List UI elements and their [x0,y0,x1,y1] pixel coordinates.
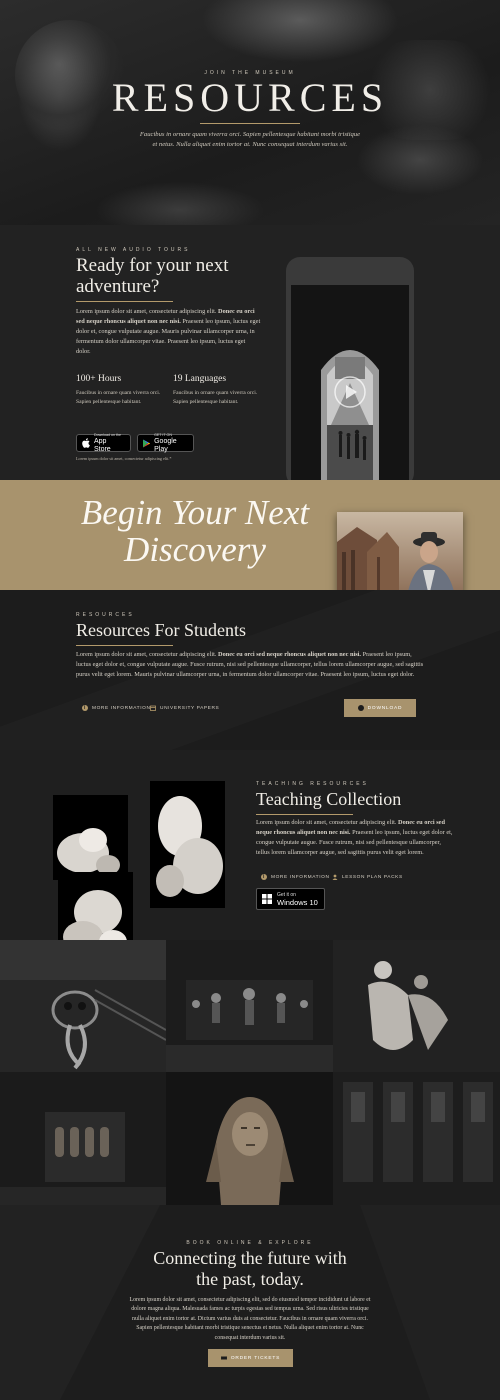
students-title: Resources For Students [76,620,246,640]
gallery-tile-busts [166,940,333,1072]
teaching-more-info-label: MORE INFORMATION [271,874,330,880]
sculpture-photo-1 [53,795,128,880]
stat-hours-title: 100+ Hours [76,374,122,384]
windows-store-big-text: Windows 10 [277,897,318,907]
university-papers-label: UNIVERSITY PAPERS [160,705,220,711]
cta-title-line-1: Connecting the future with [153,1248,347,1268]
students-kicker: RESOURCES [76,612,135,618]
calendar-icon [150,705,156,711]
stat-hours-text: Faucibus in ornare quam viverra orci. Sa… [76,390,161,405]
sphinx-head-image [166,1072,333,1205]
cta-title-line-2: the past, today. [196,1269,304,1289]
lesson-plan-packs-label: LESSON PLAN PACKS [342,874,403,880]
sculpture-photo-2 [150,781,225,908]
students-paragraph-bold: Donec eu orci sed neque rhoncus aliquet … [218,651,361,658]
order-tickets-button[interactable]: ORDER TICKETS [208,1349,293,1367]
app-store-big-text: App Store [93,437,111,453]
students-more-info-label: MORE INFORMATION [92,705,151,711]
app-store-small-text: Download on the [93,432,121,437]
gallery-tile-sarcophagi [0,1072,166,1205]
apple-icon [82,438,90,448]
gallery-tile-skeleton [0,940,166,1072]
teaching-kicker: TEACHING RESOURCES [256,781,369,787]
ticket-icon [220,1356,227,1360]
hero-subtitle: Faucibus in ornare quam viverra orci. Sa… [60,130,440,150]
tours-footnote: Lorem ipsum dolor sit amet, consectetur … [76,456,172,461]
google-play-big-text: Google Play [154,437,177,453]
user-icon [332,874,338,880]
mammoth-skeleton-image [0,940,166,1072]
hero-underline [200,123,300,124]
lesson-plan-packs-link[interactable]: LESSON PLAN PACKS [332,874,403,880]
download-button[interactable]: DOWNLOAD [344,699,416,717]
marble-embrace-image [156,796,223,897]
museum-hall-image [333,1072,500,1205]
hero-subtitle-line-1: Faucibus in ornare quam viverra orci. Sa… [139,131,361,138]
app-store-label: Download on the App Store [94,433,125,454]
teaching-paragraph-a: Lorem ipsum dolor sit amet, consectetur … [256,819,397,826]
tours-title-line-1: Ready for your next [76,255,229,276]
hero-section: JOIN THE MUSEUM RESOURCES Faucibus in or… [0,0,500,225]
windows-icon [262,894,272,904]
gallery-tile-hall [333,1072,500,1205]
cta-kicker: BOOK ONLINE & EXPLORE [186,1240,314,1246]
students-more-info-link[interactable]: i MORE INFORMATION [82,705,151,711]
tours-underline [76,301,173,302]
google-play-button[interactable]: GET IT ON Google Play [137,433,194,454]
info-icon: i [82,705,88,711]
windows-store-label: Get it on Windows 10 [277,892,318,907]
discovery-heading-line-1: Begin Your Next [80,493,310,532]
teaching-underline [256,814,353,815]
students-paragraph: Lorem ipsum dolor sit amet, consectetur … [76,650,424,680]
university-papers-link[interactable]: UNIVERSITY PAPERS [150,705,219,711]
discovery-heading-line-2: Discovery [124,530,266,569]
download-icon [357,705,364,711]
gallery-tile-sphinx [166,1072,333,1205]
download-label: DOWNLOAD [367,705,403,711]
discovery-photo [337,512,463,596]
tours-title: Ready for your next adventure? [76,255,276,297]
google-play-label: GET IT ON Google Play [154,433,188,454]
windows-store-button[interactable]: Get it on Windows 10 [256,888,325,910]
visitor-with-hat-image [337,512,463,596]
tours-paragraph-a: Lorem ipsum dolor sit amet, consectetur … [76,308,217,315]
info-icon: i [261,874,267,880]
app-store-button[interactable]: Download on the App Store [76,433,131,454]
hero-subtitle-line-2: et netus. Nulla aliquet enim tortor at. … [152,141,348,148]
tours-paragraph: Lorem ipsum dolor sit amet, consectetur … [76,307,261,357]
gallery-busts-image [166,940,333,1072]
marble-statue-image [333,940,500,1072]
tours-kicker: ALL NEW AUDIO TOURS [76,247,191,253]
discovery-heading: Begin Your Next Discovery [60,494,330,568]
teaching-more-info-link[interactable]: i MORE INFORMATION [261,874,330,880]
order-tickets-label: ORDER TICKETS [230,1355,281,1361]
tours-title-line-2: adventure? [76,276,160,297]
cta-paragraph: Lorem ipsum dolor sit amet, consectetur … [129,1297,371,1341]
marble-child-image [57,828,120,875]
stat-languages-title: 19 Languages [173,374,227,384]
teaching-paragraph: Lorem ipsum dolor sit amet, consectetur … [256,818,456,858]
students-paragraph-a: Lorem ipsum dolor sit amet, consectetur … [76,651,217,658]
teaching-title: Teaching Collection [256,789,402,809]
play-video-button[interactable] [338,350,360,372]
students-underline [76,645,173,646]
google-play-icon [143,439,151,447]
cta-title: Connecting the future with the past, tod… [0,1248,500,1290]
stat-languages-text: Faucibus in ornare quam viverra orci. Sa… [173,390,258,405]
phone-screen-image [291,285,409,480]
louvre-archway-image [291,285,409,480]
sarcophagi-image [0,1072,166,1205]
gallery-tile-statue [333,940,500,1072]
page-title: RESOURCES [111,75,389,120]
